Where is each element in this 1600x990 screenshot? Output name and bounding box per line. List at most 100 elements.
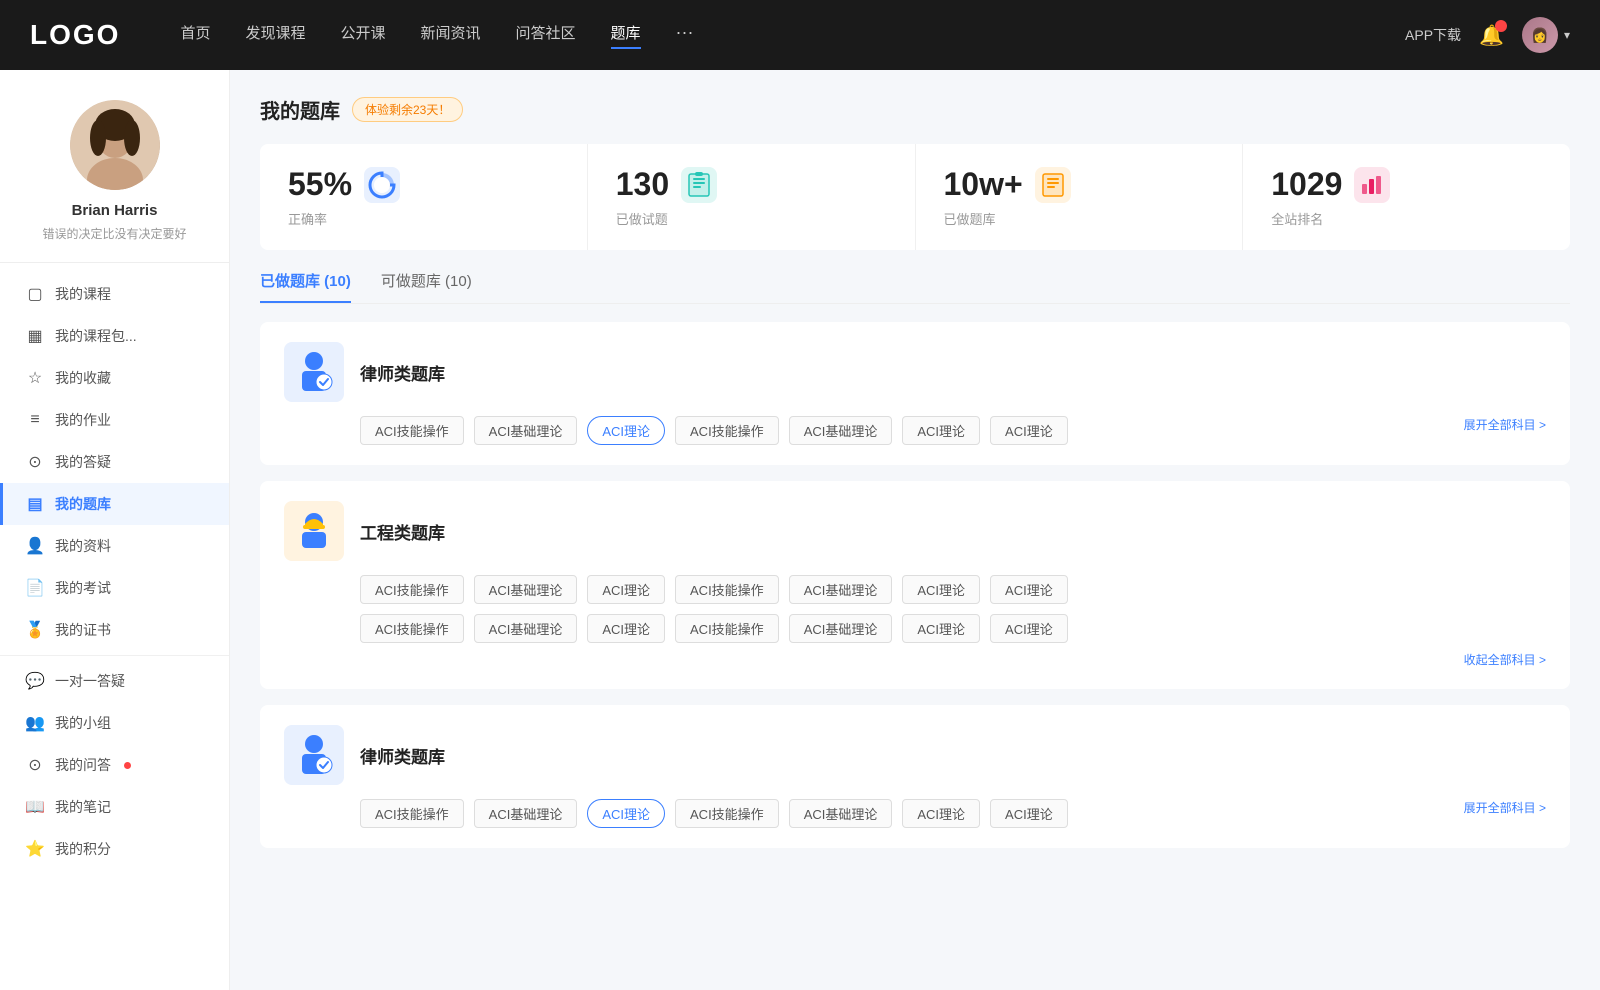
favorites-icon: ☆ <box>25 368 45 388</box>
engineer-tag-r2-4[interactable]: ACI基础理论 <box>789 614 893 643</box>
engineer-tags-section: ACI技能操作 ACI基础理论 ACI理论 ACI技能操作 ACI基础理论 AC… <box>284 575 1546 669</box>
engineer-tag-r1-4[interactable]: ACI基础理论 <box>789 575 893 604</box>
profile-name: Brian Harris <box>20 202 209 219</box>
menu-homework[interactable]: ≡ 我的作业 <box>0 399 229 441</box>
engineer-tag-r1-2[interactable]: ACI理论 <box>587 575 665 604</box>
lawyer-tag-3[interactable]: ACI技能操作 <box>675 416 779 445</box>
lawyer2-tag-0[interactable]: ACI技能操作 <box>360 799 464 828</box>
engineer-tag-r2-6[interactable]: ACI理论 <box>990 614 1068 643</box>
lawyer-tag-6[interactable]: ACI理论 <box>990 416 1068 445</box>
app-download-btn[interactable]: APP下载 <box>1405 25 1461 45</box>
menu-exam-label: 我的考试 <box>55 578 111 598</box>
engineer-tag-r2-1[interactable]: ACI基础理论 <box>474 614 578 643</box>
stat-ranking-label: 全站排名 <box>1271 209 1542 228</box>
lawyer2-expand-btn[interactable]: 展开全部科目 > <box>1464 799 1546 816</box>
stat-ranking-top: 1029 <box>1271 166 1542 203</box>
stats-row: 55% 正确率 130 <box>260 144 1570 250</box>
trial-badge: 体验剩余23天！ <box>352 97 463 122</box>
lawyer2-bank-title: 律师类题库 <box>360 743 445 768</box>
engineer-tag-r1-3[interactable]: ACI技能操作 <box>675 575 779 604</box>
engineer-tag-r2-0[interactable]: ACI技能操作 <box>360 614 464 643</box>
menu-points[interactable]: ⭐ 我的积分 <box>0 828 229 870</box>
menu-points-label: 我的积分 <box>55 839 111 859</box>
lawyer-tag-0[interactable]: ACI技能操作 <box>360 416 464 445</box>
engineer-tag-r1-5[interactable]: ACI理论 <box>902 575 980 604</box>
menu-groups-label: 我的小组 <box>55 713 111 733</box>
engineer-collapse-btn[interactable]: 收起全部科目 > <box>1464 653 1546 667</box>
page-title: 我的题库 <box>260 95 340 124</box>
menu-my-courses[interactable]: ▢ 我的课程 <box>0 273 229 315</box>
question-bank-icon: ▤ <box>25 494 45 514</box>
menu-my-qa-label: 我的问答 <box>55 755 111 775</box>
nav-more[interactable]: ··· <box>676 22 694 49</box>
engineer-tag-r1-6[interactable]: ACI理论 <box>990 575 1068 604</box>
logo[interactable]: LOGO <box>30 19 120 51</box>
menu-profile[interactable]: 👤 我的资料 <box>0 525 229 567</box>
menu-notes[interactable]: 📖 我的笔记 <box>0 786 229 828</box>
menu-one-on-one-label: 一对一答疑 <box>55 671 125 691</box>
menu-favorites[interactable]: ☆ 我的收藏 <box>0 357 229 399</box>
lawyer-tag-2[interactable]: ACI理论 <box>587 416 665 445</box>
lawyer-tags-row: ACI技能操作 ACI基础理论 ACI理论 ACI技能操作 ACI基础理论 AC… <box>284 416 1068 445</box>
menu-favorites-label: 我的收藏 <box>55 368 111 388</box>
book-icon <box>1040 172 1066 198</box>
user-avatar-wrap[interactable]: 👩 ▾ <box>1522 17 1570 53</box>
lawyer-icon-svg <box>289 347 339 397</box>
certificate-icon: 🏅 <box>25 620 45 640</box>
menu-question-bank[interactable]: ▤ 我的题库 <box>0 483 229 525</box>
engineer-tags-row2: ACI技能操作 ACI基础理论 ACI理论 ACI技能操作 ACI基础理论 AC… <box>360 614 1546 643</box>
lawyer2-tag-2[interactable]: ACI理论 <box>587 799 665 828</box>
tab-done-banks[interactable]: 已做题库 (10) <box>260 270 351 303</box>
nav-menu: 首页 发现课程 公开课 新闻资讯 问答社区 题库 ··· <box>180 22 1405 49</box>
menu-qa-questions[interactable]: ⊙ 我的答疑 <box>0 441 229 483</box>
my-qa-icon: ⊙ <box>25 755 45 775</box>
lawyer2-tag-4[interactable]: ACI基础理论 <box>789 799 893 828</box>
menu-one-on-one[interactable]: 💬 一对一答疑 <box>0 660 229 702</box>
engineer-tags-row1: ACI技能操作 ACI基础理论 ACI理论 ACI技能操作 ACI基础理论 AC… <box>360 575 1546 604</box>
banks-icon <box>1035 167 1071 203</box>
tab-available-banks[interactable]: 可做题库 (10) <box>381 270 472 303</box>
qa-badge-dot <box>124 762 131 769</box>
menu-profile-label: 我的资料 <box>55 536 111 556</box>
engineer-tag-r2-2[interactable]: ACI理论 <box>587 614 665 643</box>
lawyer2-tag-3[interactable]: ACI技能操作 <box>675 799 779 828</box>
profile-motto: 错误的决定比没有决定要好 <box>20 225 209 242</box>
stat-accuracy-value: 55% <box>288 166 352 203</box>
lawyer2-tag-5[interactable]: ACI理论 <box>902 799 980 828</box>
lawyer-expand-btn[interactable]: 展开全部科目 > <box>1464 416 1546 433</box>
nav-home[interactable]: 首页 <box>180 22 210 49</box>
bar-chart-icon <box>1359 172 1385 198</box>
engineer-tag-r2-5[interactable]: ACI理论 <box>902 614 980 643</box>
nav-news[interactable]: 新闻资讯 <box>421 22 481 49</box>
engineer-bank-title: 工程类题库 <box>360 519 445 544</box>
main-content: 我的题库 体验剩余23天！ 55% <box>230 70 1600 990</box>
profile-avatar <box>70 100 160 190</box>
menu-exam[interactable]: 📄 我的考试 <box>0 567 229 609</box>
lawyer-tag-5[interactable]: ACI理论 <box>902 416 980 445</box>
menu-homework-label: 我的作业 <box>55 410 111 430</box>
menu-course-package[interactable]: ▦ 我的课程包... <box>0 315 229 357</box>
nav-qa[interactable]: 问答社区 <box>516 22 576 49</box>
sidebar-menu: ▢ 我的课程 ▦ 我的课程包... ☆ 我的收藏 ≡ 我的作业 ⊙ 我的答疑 ▤… <box>0 263 229 880</box>
lawyer2-tag-6[interactable]: ACI理论 <box>990 799 1068 828</box>
navbar-right: APP下载 🔔 👩 ▾ <box>1405 17 1570 53</box>
engineer-tag-r2-3[interactable]: ACI技能操作 <box>675 614 779 643</box>
menu-certificate[interactable]: 🏅 我的证书 <box>0 609 229 651</box>
lawyer-tag-4[interactable]: ACI基础理论 <box>789 416 893 445</box>
nav-question-bank[interactable]: 题库 <box>611 22 641 49</box>
menu-groups[interactable]: 👥 我的小组 <box>0 702 229 744</box>
menu-my-qa[interactable]: ⊙ 我的问答 <box>0 744 229 786</box>
lawyer-tag-1[interactable]: ACI基础理论 <box>474 416 578 445</box>
navbar: LOGO 首页 发现课程 公开课 新闻资讯 问答社区 题库 ··· APP下载 … <box>0 0 1600 70</box>
menu-notes-label: 我的笔记 <box>55 797 111 817</box>
qbank-header-lawyer: 律师类题库 <box>284 342 1546 402</box>
stat-done-banks: 10w+ 已做题库 <box>916 144 1244 250</box>
nav-open-course[interactable]: 公开课 <box>340 22 385 49</box>
nav-courses[interactable]: 发现课程 <box>245 22 305 49</box>
menu-course-package-label: 我的课程包... <box>55 326 137 346</box>
engineer-tag-r1-0[interactable]: ACI技能操作 <box>360 575 464 604</box>
profile-avatar-image <box>70 100 160 190</box>
engineer-tag-r1-1[interactable]: ACI基础理论 <box>474 575 578 604</box>
lawyer2-tag-1[interactable]: ACI基础理论 <box>474 799 578 828</box>
bell-icon[interactable]: 🔔 <box>1479 23 1504 48</box>
